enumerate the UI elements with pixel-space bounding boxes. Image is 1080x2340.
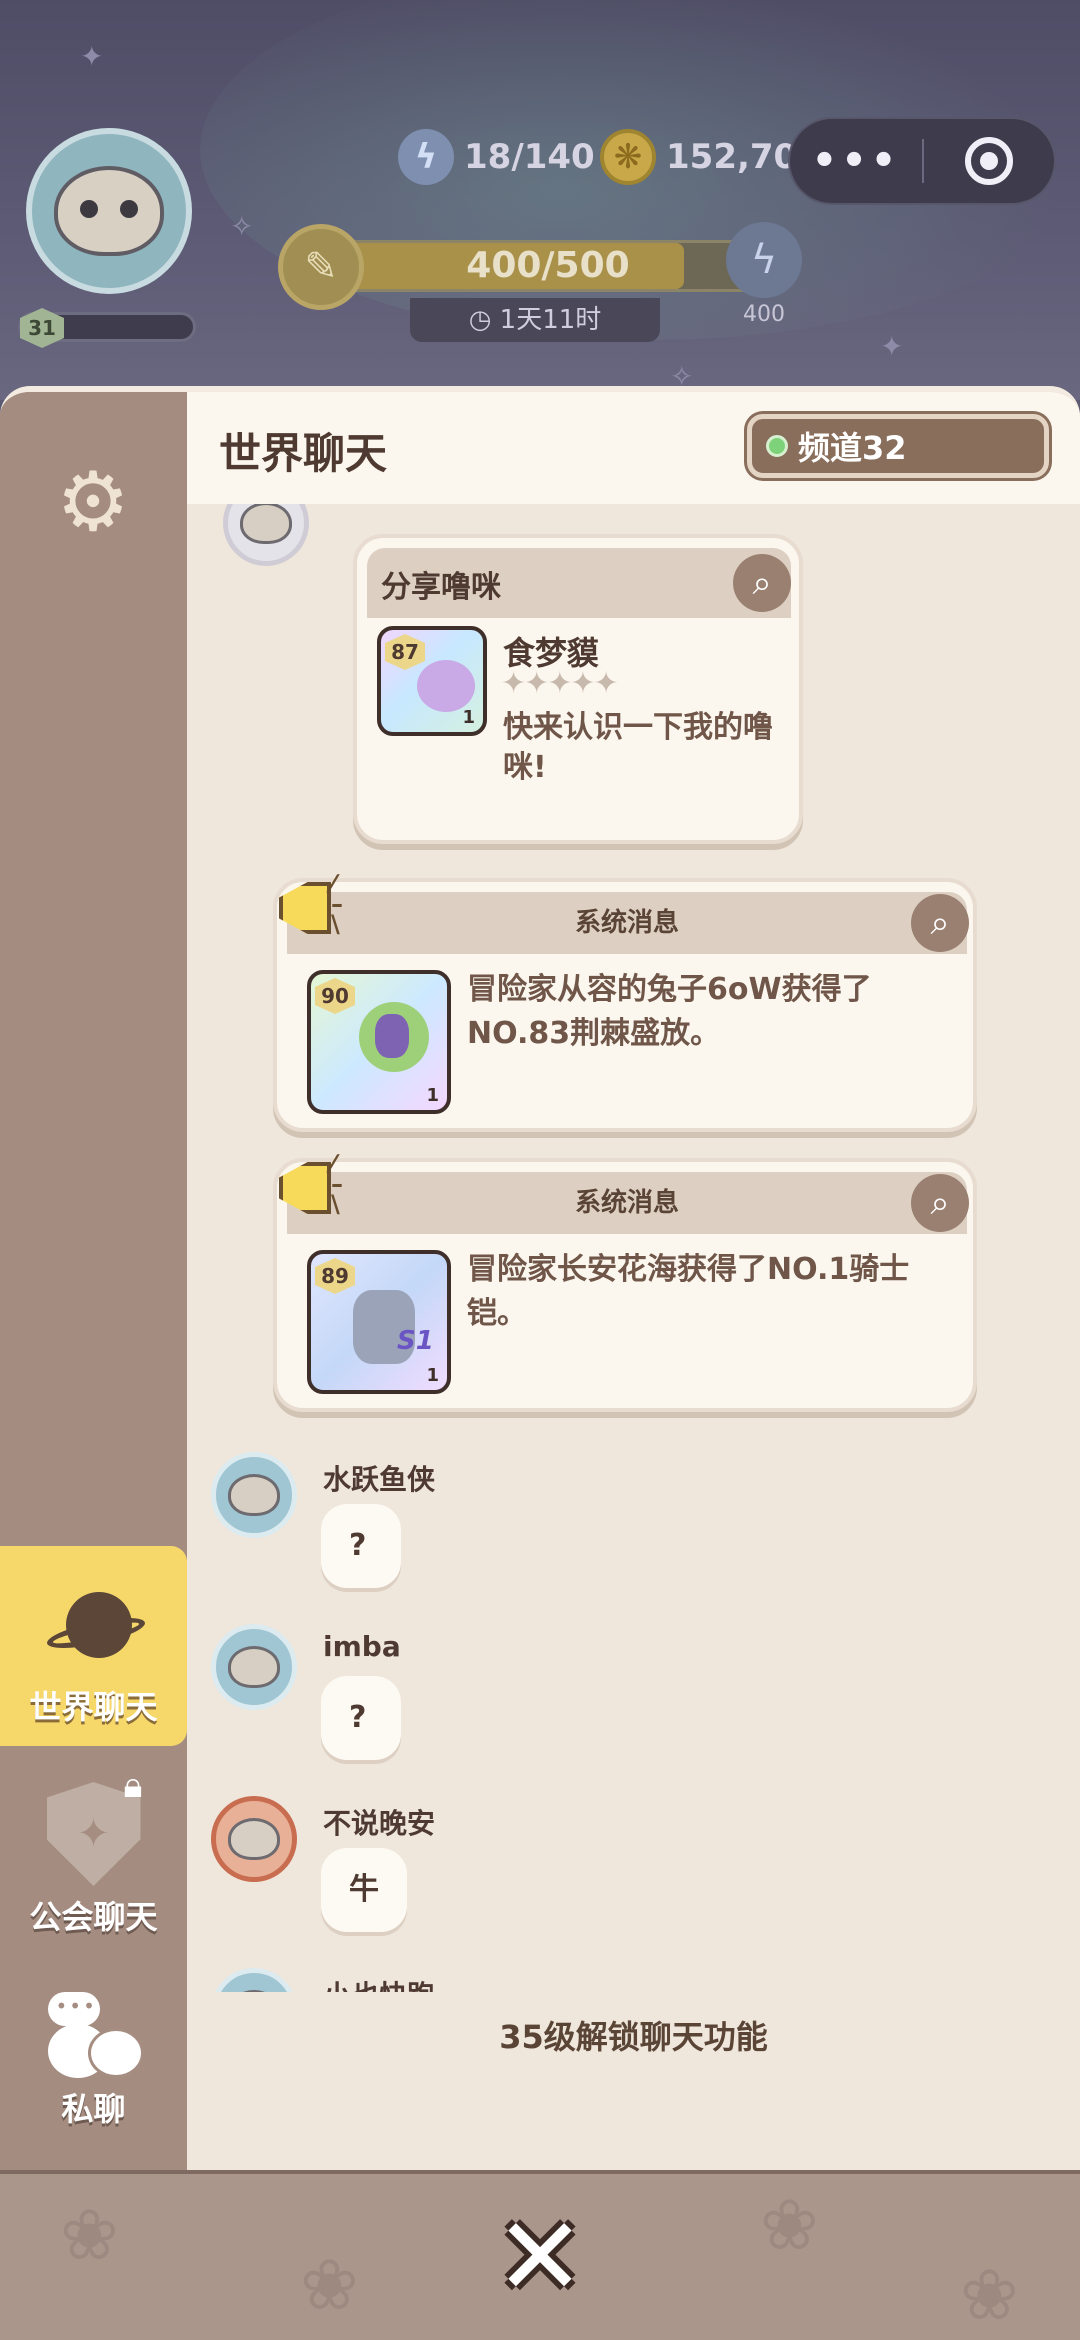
search-icon[interactable]: ⌕ <box>911 1174 969 1232</box>
tab-guild-chat[interactable]: ✦ 🔒︎ 公会聊天 <box>0 1756 187 1956</box>
quest-reward[interactable]: ϟ 400 <box>724 222 804 332</box>
pet-count: 1 <box>426 1365 439 1386</box>
system-message-text: 冒险家从容的兔子6oW获得了NO.83荆棘盛放。 <box>467 972 872 1051</box>
paw-print-decoration: ❀ <box>300 2244 359 2326</box>
system-message-text: 冒险家长安花海获得了NO.1骑士铠。 <box>467 1252 910 1331</box>
message-bubble: 牛 <box>321 1848 407 1932</box>
mini-program-capsule: ••• <box>788 117 1056 205</box>
tab-guild-chat-label: 公会聊天 <box>29 1898 158 1936</box>
chat-message: 水跃鱼侠 ? <box>211 1452 1051 1602</box>
pet-count: 1 <box>426 1085 439 1106</box>
quest-reward-count: 400 <box>743 302 785 327</box>
lightning-icon: ϟ <box>726 222 802 298</box>
sender-name[interactable]: 小也快跑 <box>323 1974 435 1992</box>
search-icon[interactable]: ⌕ <box>911 894 969 952</box>
avatar[interactable] <box>211 1624 297 1710</box>
planet-icon <box>44 1584 147 1674</box>
channel-selector[interactable]: 频道32 <box>747 414 1049 478</box>
online-status-icon <box>766 435 788 457</box>
megaphone-icon: ⁄ – \ <box>271 870 357 940</box>
chat-message: imba ? <box>211 1624 1051 1774</box>
avatar[interactable] <box>211 1452 297 1538</box>
avatar[interactable] <box>211 1796 297 1882</box>
star-decoration: ✦ <box>880 330 904 363</box>
pet-season-badge: S1 <box>397 1326 434 1356</box>
paw-print-decoration: ❀ <box>760 2184 819 2266</box>
chat-header: 世界聊天 频道32 <box>187 392 1080 504</box>
system-message-card[interactable]: 系统消息 ⁄ – \ ⌕ 89 S1 1 冒险家长安花海获得了NO.1骑士铠。 <box>273 1152 977 1412</box>
tab-world-chat-label: 世界聊天 <box>29 1688 158 1726</box>
chat-sidebar: ⚙ 世界聊天 ✦ 🔒︎ 公会聊天 私聊 <box>0 392 187 2170</box>
pet-level-badge: 89 <box>315 1258 355 1294</box>
chat-main: 世界聊天 频道32 分享噜咪 ⌕ 87 1 食梦貘 ✦✦✦✦✦ 快来认识一下我的… <box>187 392 1080 2170</box>
system-message-card[interactable]: 系统消息 ⁄ – \ ⌕ 90 1 冒险家从容的兔子6oW获得了NO.83荆棘盛放。 <box>273 872 977 1132</box>
pet-card-thumbnail[interactable]: 87 1 <box>377 626 487 736</box>
energy-counter[interactable]: ϟ 18/140 <box>398 125 595 189</box>
energy-value: 18/140 <box>464 137 595 177</box>
gear-icon[interactable]: ⚙ <box>54 462 132 544</box>
search-icon[interactable]: ⌕ <box>733 554 791 612</box>
close-icon[interactable]: ✕ <box>490 2204 590 2312</box>
quest-timer-text: 1天11时 <box>499 305 602 335</box>
share-message: 快来认识一下我的噜咪! <box>503 710 773 785</box>
system-message-header: 系统消息 <box>287 892 967 954</box>
clock-icon: ◷ <box>468 305 492 335</box>
chat-feed[interactable]: 分享噜咪 ⌕ 87 1 食梦貘 ✦✦✦✦✦ 快来认识一下我的噜咪! 系统消息 ⁄… <box>187 504 1080 1992</box>
pet-star-rating: ✦✦✦✦✦ <box>501 666 619 701</box>
pet-level-badge: 87 <box>385 634 425 670</box>
lightning-icon: ϟ <box>398 129 454 185</box>
sender-name[interactable]: 不说晚安 <box>323 1802 435 1842</box>
chat-message: 小也快跑 <box>211 1968 1051 1992</box>
megaphone-icon: ⁄ – \ <box>271 1150 357 1220</box>
chat-unlock-notice: 35级解锁聊天功能 <box>499 2018 768 2056</box>
paw-print-decoration: ❀ <box>60 2194 119 2276</box>
more-menu-button[interactable]: ••• <box>790 138 922 184</box>
quest-timer: ◷ 1天11时 <box>410 298 660 342</box>
pet-share-card[interactable]: 分享噜咪 ⌕ 87 1 食梦貘 ✦✦✦✦✦ 快来认识一下我的噜咪! <box>353 534 803 844</box>
message-bubble: ? <box>321 1504 401 1588</box>
tab-private-chat-label: 私聊 <box>61 2090 126 2128</box>
system-message-header: 系统消息 <box>287 1172 967 1234</box>
chat-message: 不说晚安 牛 <box>211 1796 1051 1946</box>
top-hud: ✦ ✧ ✦ ✧ 31 ϟ 18/140 ❋ 152,706 ••• 400/50… <box>0 0 1080 400</box>
sender-name[interactable]: 水跃鱼侠 <box>323 1458 435 1498</box>
sender-name[interactable]: imba <box>323 1630 401 1663</box>
pet-card-thumbnail[interactable]: 90 1 <box>307 970 451 1114</box>
star-decoration: ✦ <box>80 40 104 73</box>
pet-count: 1 <box>462 707 475 728</box>
player-avatar[interactable] <box>26 128 192 294</box>
scroll-icon: ✎ <box>278 224 364 310</box>
share-card-header: 分享噜咪 <box>367 548 791 618</box>
paw-print-decoration: ❀ <box>960 2254 1019 2336</box>
message-bubble: ? <box>321 1676 401 1760</box>
tab-world-chat[interactable]: 世界聊天 <box>0 1546 187 1746</box>
coin-icon: ❋ <box>600 129 656 185</box>
pet-level-badge: 90 <box>315 978 355 1014</box>
chat-panel: ⚙ 世界聊天 ✦ 🔒︎ 公会聊天 私聊 世界聊天 频道32 <box>0 386 1080 2170</box>
avatar[interactable] <box>223 504 309 566</box>
page-title: 世界聊天 <box>219 429 388 478</box>
channel-label: 频道32 <box>798 429 907 467</box>
lock-icon: 🔒︎ <box>123 1765 143 1806</box>
close-program-button[interactable] <box>924 137 1054 185</box>
quest-progress-text: 400/500 <box>466 245 630 286</box>
tab-private-chat[interactable]: 私聊 <box>0 1948 187 2148</box>
target-icon <box>964 137 1013 185</box>
share-card-title: 分享噜咪 <box>381 570 501 605</box>
avatar[interactable] <box>211 1968 297 1992</box>
chat-bubbles-icon <box>44 1988 144 2078</box>
avatar-pet-icon <box>54 166 164 256</box>
star-decoration: ✧ <box>230 210 254 243</box>
pet-card-thumbnail[interactable]: 89 S1 1 <box>307 1250 451 1394</box>
